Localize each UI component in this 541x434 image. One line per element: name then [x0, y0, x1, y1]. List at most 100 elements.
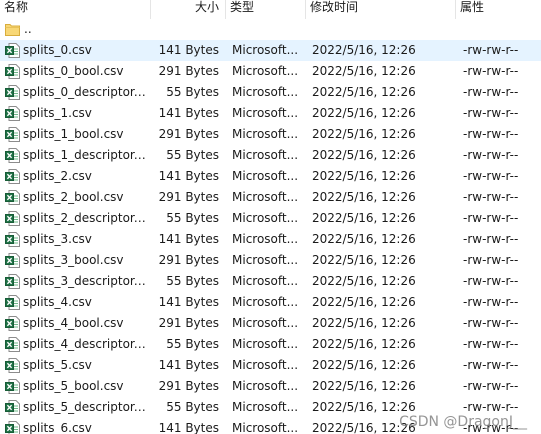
file-name: splits_1_descriptor....: [23, 148, 147, 162]
file-size: 141 Bytes: [158, 421, 219, 434]
file-type: Microsoft...: [232, 85, 299, 99]
column-header-modified[interactable]: 修改时间: [306, 0, 456, 19]
excel-csv-icon: [5, 127, 20, 142]
column-header-type[interactable]: 类型: [226, 0, 306, 19]
file-attributes: -rw-rw-r--: [463, 190, 519, 204]
file-attributes: -rw-rw-r--: [463, 358, 519, 372]
column-header-name[interactable]: 名称: [0, 0, 151, 19]
file-name: splits_0_bool.csv: [23, 64, 124, 78]
file-type: Microsoft...: [232, 400, 299, 414]
file-type: Microsoft...: [232, 316, 299, 330]
file-name: splits_3_descriptor....: [23, 274, 147, 288]
file-row[interactable]: splits_5_bool.csv 291 Bytes Microsoft... 20…: [0, 376, 541, 397]
file-size: 141 Bytes: [158, 169, 219, 183]
file-name: splits_0.csv: [23, 43, 92, 57]
file-name: splits_4_bool.csv: [23, 316, 124, 330]
file-modified: 2022/5/16, 12:26: [312, 43, 416, 57]
excel-csv-icon: [5, 295, 20, 310]
file-attributes: -rw-rw-r--: [463, 64, 519, 78]
file-attributes: -rw-rw-r--: [463, 85, 519, 99]
file-name: splits_0_descriptor....: [23, 85, 147, 99]
file-attributes: -rw-rw-r--: [463, 232, 519, 246]
file-name: splits_6.csv: [23, 421, 92, 434]
file-modified: 2022/5/16, 12:26: [312, 232, 416, 246]
excel-csv-icon: [5, 358, 20, 373]
file-modified: 2022/5/16, 12:26: [312, 337, 416, 351]
file-row[interactable]: splits_1_bool.csv 291 Bytes Microsoft... 20…: [0, 124, 541, 145]
file-type: Microsoft...: [232, 295, 299, 309]
file-row[interactable]: splits_2_descriptor.... 55 Bytes Microsoft…: [0, 208, 541, 229]
file-row[interactable]: splits_3_descriptor.... 55 Bytes Microsoft…: [0, 271, 541, 292]
file-modified: 2022/5/16, 12:26: [312, 190, 416, 204]
file-size: 291 Bytes: [158, 316, 219, 330]
file-type: Microsoft...: [232, 169, 299, 183]
file-row[interactable]: splits_3.csv 141 Bytes Microsoft... 2022/5/…: [0, 229, 541, 250]
column-header-size[interactable]: 大小: [151, 0, 226, 19]
file-size: 291 Bytes: [158, 379, 219, 393]
column-header-row: 名称 大小 类型 修改时间 属性: [0, 0, 541, 19]
file-row[interactable]: splits_0_bool.csv 291 Bytes Microsoft... 20…: [0, 61, 541, 82]
file-size: 55 Bytes: [166, 211, 219, 225]
excel-csv-icon: [5, 232, 20, 247]
file-size: 141 Bytes: [158, 43, 219, 57]
file-attributes: -rw-rw-r--: [463, 169, 519, 183]
file-attributes: -rw-rw-r--: [463, 211, 519, 225]
file-size: 291 Bytes: [158, 253, 219, 267]
file-modified: 2022/5/16, 12:26: [312, 295, 416, 309]
file-type: Microsoft...: [232, 232, 299, 246]
file-modified: 2022/5/16, 12:26: [312, 148, 416, 162]
file-name: splits_5.csv: [23, 358, 92, 372]
watermark: CSDN @DragonJ__: [399, 414, 527, 430]
file-size: 141 Bytes: [158, 358, 219, 372]
excel-csv-icon: [5, 211, 20, 226]
file-row[interactable]: splits_5.csv 141 Bytes Microsoft... 2022/5/…: [0, 355, 541, 376]
file-name: splits_5_descriptor....: [23, 400, 147, 414]
file-attributes: -rw-rw-r--: [463, 43, 519, 57]
file-name: splits_4.csv: [23, 295, 92, 309]
file-row[interactable]: splits_2.csv 141 Bytes Microsoft... 2022/5/…: [0, 166, 541, 187]
excel-csv-icon: [5, 85, 20, 100]
parent-directory-label: ..: [24, 22, 32, 36]
file-row[interactable]: splits_0_descriptor.... 55 Bytes Microsoft…: [0, 82, 541, 103]
file-name: splits_2.csv: [23, 169, 92, 183]
file-modified: 2022/5/16, 12:26: [312, 358, 416, 372]
parent-directory-row[interactable]: ..: [0, 19, 541, 40]
file-type: Microsoft...: [232, 274, 299, 288]
file-row[interactable]: splits_2_bool.csv 291 Bytes Microsoft... 20…: [0, 187, 541, 208]
file-attributes: -rw-rw-r--: [463, 148, 519, 162]
excel-csv-icon: [5, 274, 20, 289]
file-row[interactable]: splits_1.csv 141 Bytes Microsoft... 2022/5/…: [0, 103, 541, 124]
file-attributes: -rw-rw-r--: [463, 127, 519, 141]
file-modified: 2022/5/16, 12:26: [312, 316, 416, 330]
excel-csv-icon: [5, 106, 20, 121]
file-modified: 2022/5/16, 12:26: [312, 106, 416, 120]
file-name: splits_2_bool.csv: [23, 190, 124, 204]
file-modified: 2022/5/16, 12:26: [312, 85, 416, 99]
file-row[interactable]: splits_4.csv 141 Bytes Microsoft... 2022/5/…: [0, 292, 541, 313]
file-row[interactable]: splits_4_bool.csv 291 Bytes Microsoft... 20…: [0, 313, 541, 334]
excel-csv-icon: [5, 169, 20, 184]
file-size: 291 Bytes: [158, 190, 219, 204]
file-size: 55 Bytes: [166, 337, 219, 351]
file-type: Microsoft...: [232, 190, 299, 204]
excel-csv-icon: [5, 253, 20, 268]
file-modified: 2022/5/16, 12:26: [312, 253, 416, 267]
file-attributes: -rw-rw-r--: [463, 295, 519, 309]
file-size: 141 Bytes: [158, 295, 219, 309]
file-name: splits_3_bool.csv: [23, 253, 124, 267]
file-row[interactable]: splits_3_bool.csv 291 Bytes Microsoft... 20…: [0, 250, 541, 271]
file-size: 55 Bytes: [166, 148, 219, 162]
excel-csv-icon: [5, 421, 20, 434]
file-size: 55 Bytes: [166, 400, 219, 414]
file-name: splits_3.csv: [23, 232, 92, 246]
file-row[interactable]: splits_0.csv 141 Bytes Microsoft... 2022/5/…: [0, 40, 541, 61]
file-attributes: -rw-rw-r--: [463, 253, 519, 267]
file-name: splits_2_descriptor....: [23, 211, 147, 225]
file-type: Microsoft...: [232, 253, 299, 267]
column-header-attributes[interactable]: 属性: [456, 0, 541, 19]
file-type: Microsoft...: [232, 421, 299, 434]
excel-csv-icon: [5, 316, 20, 331]
file-row[interactable]: splits_1_descriptor.... 55 Bytes Microsoft…: [0, 145, 541, 166]
file-row[interactable]: splits_4_descriptor.... 55 Bytes Microsoft…: [0, 334, 541, 355]
file-list: 名称 大小 类型 修改时间 属性 .. splits_0.csv 141 Byte…: [0, 0, 541, 434]
